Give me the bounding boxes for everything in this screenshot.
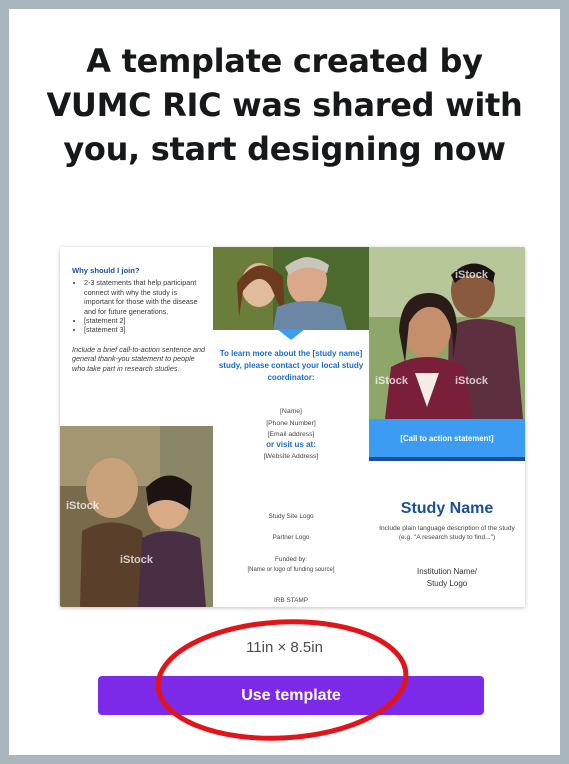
contact-block: [Name] [Phone Number] [Email address] — [213, 406, 369, 441]
brochure-panel-middle: To learn more about the [study name] stu… — [213, 247, 369, 607]
website-address: [Website Address] — [263, 453, 319, 460]
call-to-action-banner: [Call to action statement] — [369, 419, 525, 461]
study-logo-label: Study Logo — [426, 579, 468, 588]
why-join-bullet: 2-3 statements that help participant con… — [84, 278, 208, 316]
study-description: Include plain language description of th… — [379, 525, 515, 541]
brochure-panel-right: iStock iStock iStock [Call to action sta… — [369, 247, 525, 607]
why-join-bullet: [statement 3] — [84, 325, 208, 334]
istock-watermark: iStock — [120, 554, 154, 566]
photo-elderly-couple-hug: iStock iStock — [60, 426, 213, 607]
istock-watermark: iStock — [66, 500, 100, 512]
visit-us-heading: or visit us at: — [266, 440, 316, 449]
learn-more-text: To learn more about the [study name] stu… — [218, 349, 364, 382]
contact-phone: [Phone Number] — [266, 419, 316, 427]
why-join-section: Why should I join? 2-3 statements that h… — [72, 266, 208, 373]
brochure-panel-left: Why should I join? 2-3 statements that h… — [60, 247, 213, 607]
pointer-notch — [277, 329, 305, 340]
istock-watermark: iStock — [455, 269, 489, 281]
funded-by-label: Funded by: — [275, 556, 307, 563]
institution-block: Institution Name/ Study Logo — [369, 566, 525, 590]
photo-father-daughter — [213, 247, 369, 330]
template-share-dialog: A template created by VUMC RIC was share… — [9, 9, 560, 755]
template-preview[interactable]: Why should I join? 2-3 statements that h… — [60, 247, 525, 607]
study-name-title: Study Name — [400, 500, 494, 517]
institution-name: Institution Name/ — [416, 567, 478, 576]
irb-stamp: IRB STAMP — [274, 597, 308, 604]
photo-couple-smiling: iStock iStock iStock — [369, 247, 525, 419]
istock-watermark: iStock — [455, 375, 489, 387]
study-site-logo: Study Site Logo — [268, 513, 314, 520]
funding-source: [Name or logo of funding source] — [247, 567, 335, 573]
why-join-list: 2-3 statements that help participant con… — [72, 278, 208, 334]
call-to-action-note: Include a brief call-to-action sentence … — [72, 344, 206, 373]
contact-email: [Email address] — [267, 431, 315, 438]
contact-name: [Name] — [280, 408, 302, 415]
dialog-headline: A template created by VUMC RIC was share… — [46, 42, 523, 168]
istock-watermark: iStock — [375, 375, 409, 387]
partner-logo: Partner Logo — [272, 534, 310, 541]
template-dimensions: 11in × 8.5in — [246, 639, 323, 656]
why-join-heading: Why should I join? — [72, 266, 140, 275]
why-join-bullet: [statement 2] — [84, 316, 208, 325]
use-template-button[interactable]: Use template — [98, 676, 484, 715]
